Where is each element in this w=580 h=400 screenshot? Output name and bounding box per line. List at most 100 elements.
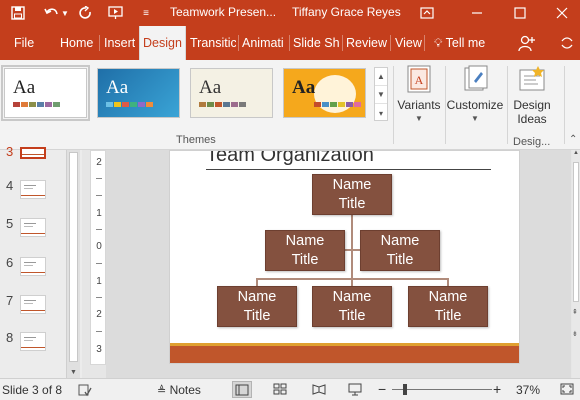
slide-scrollbar[interactable]: ▲ ⇞ ⇟ [572,150,580,378]
reading-view-icon[interactable] [312,383,326,398]
theme-sample-text: Aa [292,77,316,98]
undo-dropdown-icon[interactable]: ▼ [60,3,70,23]
lightbulb-icon: 💡︎ [434,36,443,50]
variants-button[interactable]: A Variants ▼ [396,64,442,123]
slide-number: 7 [6,293,14,308]
zoom-slider-thumb[interactable] [403,384,407,395]
collapse-ribbon-icon[interactable] [560,26,578,60]
ribbon-collapse-caret[interactable]: ⌃ [569,134,577,145]
org-chart-box-top[interactable]: Name Title [312,174,392,215]
theme-orange[interactable]: Aa [283,68,366,118]
tab-separator [342,35,343,51]
ruler-tick-label: 2 [96,157,102,168]
variants-icon: A [405,64,433,94]
design-ideas-label-line1: Design [513,98,551,112]
org-chart-box-bottom-center[interactable]: Name Title [312,286,392,327]
ruler-mark [96,263,102,264]
tab-home[interactable]: Home [60,26,93,60]
slide-thumbnail-4[interactable] [20,180,46,199]
theme-parchment[interactable]: Aa [190,68,273,118]
theme-sample-text: Aa [106,77,129,98]
tab-review[interactable]: Review [346,26,387,60]
theme-sample-text: Aa [199,77,222,98]
normal-view-icon[interactable] [232,381,252,398]
tab-file[interactable]: File [14,26,34,60]
slide-sorter-icon[interactable] [273,383,287,398]
next-slide-icon[interactable]: ⇟ [572,330,578,338]
ruler-mark [96,297,102,298]
minimize-icon[interactable] [467,3,487,23]
redo-icon[interactable] [76,3,96,23]
slide-thumbnail-5[interactable] [20,218,46,237]
slide-number: 8 [6,330,14,345]
svg-text:A: A [415,73,424,87]
save-icon[interactable] [8,3,28,23]
maximize-icon[interactable] [510,3,530,23]
share-user-icon[interactable] [518,26,540,60]
org-chart-box-middle-left[interactable]: Name Title [265,230,345,271]
zoom-in-icon[interactable]: + [493,381,501,397]
theme-color-swatches [106,102,153,107]
group-separator [393,66,394,144]
org-chart-box-bottom-right[interactable]: Name Title [408,286,488,327]
org-box-title: Title [338,196,366,212]
customize-button[interactable]: Customize ▼ [446,64,504,123]
customize-icon [461,64,489,94]
zoom-out-icon[interactable]: − [378,381,386,397]
group-separator [564,66,565,144]
title-bar: ▼ ≡ Teamwork Presen... Tiffany Grace Rey… [0,0,580,26]
design-ideas-icon [518,64,546,94]
undo-icon[interactable] [42,3,62,23]
slide-thumbnail-8[interactable] [20,332,46,351]
gallery-more-icon[interactable]: ▾ [375,104,387,122]
zoom-slider-track[interactable] [392,389,492,390]
slide-count: Slide 3 of 8 [2,383,63,397]
tab-slide-show[interactable]: Slide Sh [293,26,340,60]
slide-thumbnail-3[interactable] [20,147,46,159]
tab-transitions[interactable]: Transitic [190,26,236,60]
user-name[interactable]: Tiffany Grace Reyes [292,5,401,19]
tab-insert[interactable]: Insert [104,26,135,60]
org-box-name: Name [237,289,277,305]
org-chart-box-bottom-left[interactable]: Name Title [217,286,297,327]
previous-slide-icon[interactable]: ⇞ [572,308,578,316]
notes-button[interactable]: ≜ Notes [157,383,201,397]
theme-blue[interactable]: Aa [97,68,180,118]
ruler-tick-label: 2 [96,309,102,320]
scrollbar-thumb[interactable] [69,152,78,362]
theme-office[interactable]: Aa [1,65,90,121]
org-box-name: Name [285,233,325,249]
start-from-beginning-icon[interactable] [106,3,126,23]
design-ideas-button[interactable]: Design Ideas [508,64,556,126]
scroll-down-icon[interactable]: ▼ [70,369,77,376]
org-chart-box-middle-right[interactable]: Name Title [360,230,440,271]
tell-me-box[interactable]: 💡︎ Tell me [434,26,485,60]
tab-view[interactable]: View [395,26,422,60]
slide-thumbnail-7[interactable] [20,295,46,314]
slide-title[interactable]: Team Organization [206,151,374,167]
gallery-up-icon[interactable]: ▲ [375,68,387,86]
scroll-up-icon[interactable]: ▲ [573,150,579,156]
slide-number: 4 [6,178,14,193]
spelling-check-icon[interactable] [78,383,92,400]
ribbon-display-icon[interactable] [417,3,437,23]
tab-separator [424,35,425,51]
ruler-tick-label: 0 [96,241,102,252]
org-connector [345,249,361,251]
current-slide[interactable]: Team Organization Name Title Name Title … [169,150,520,364]
tab-design[interactable]: Design [139,26,186,60]
slide-show-icon[interactable] [348,383,362,399]
fit-slide-icon[interactable] [560,383,574,398]
zoom-level[interactable]: 37% [516,383,540,397]
tab-animations[interactable]: Animati [242,26,287,60]
org-box-name: Name [332,289,372,305]
thumbnails-scrollbar[interactable]: ▼ [66,150,80,378]
scrollbar-thumb[interactable] [573,162,579,302]
customize-qat-icon[interactable]: ≡ [136,3,156,23]
org-box-title: Title [338,308,366,324]
theme-color-swatches [199,102,246,107]
slide-thumbnail-6[interactable] [20,257,46,276]
tab-separator [99,35,100,51]
close-icon[interactable] [552,3,572,23]
gallery-down-icon[interactable]: ▼ [375,86,387,104]
